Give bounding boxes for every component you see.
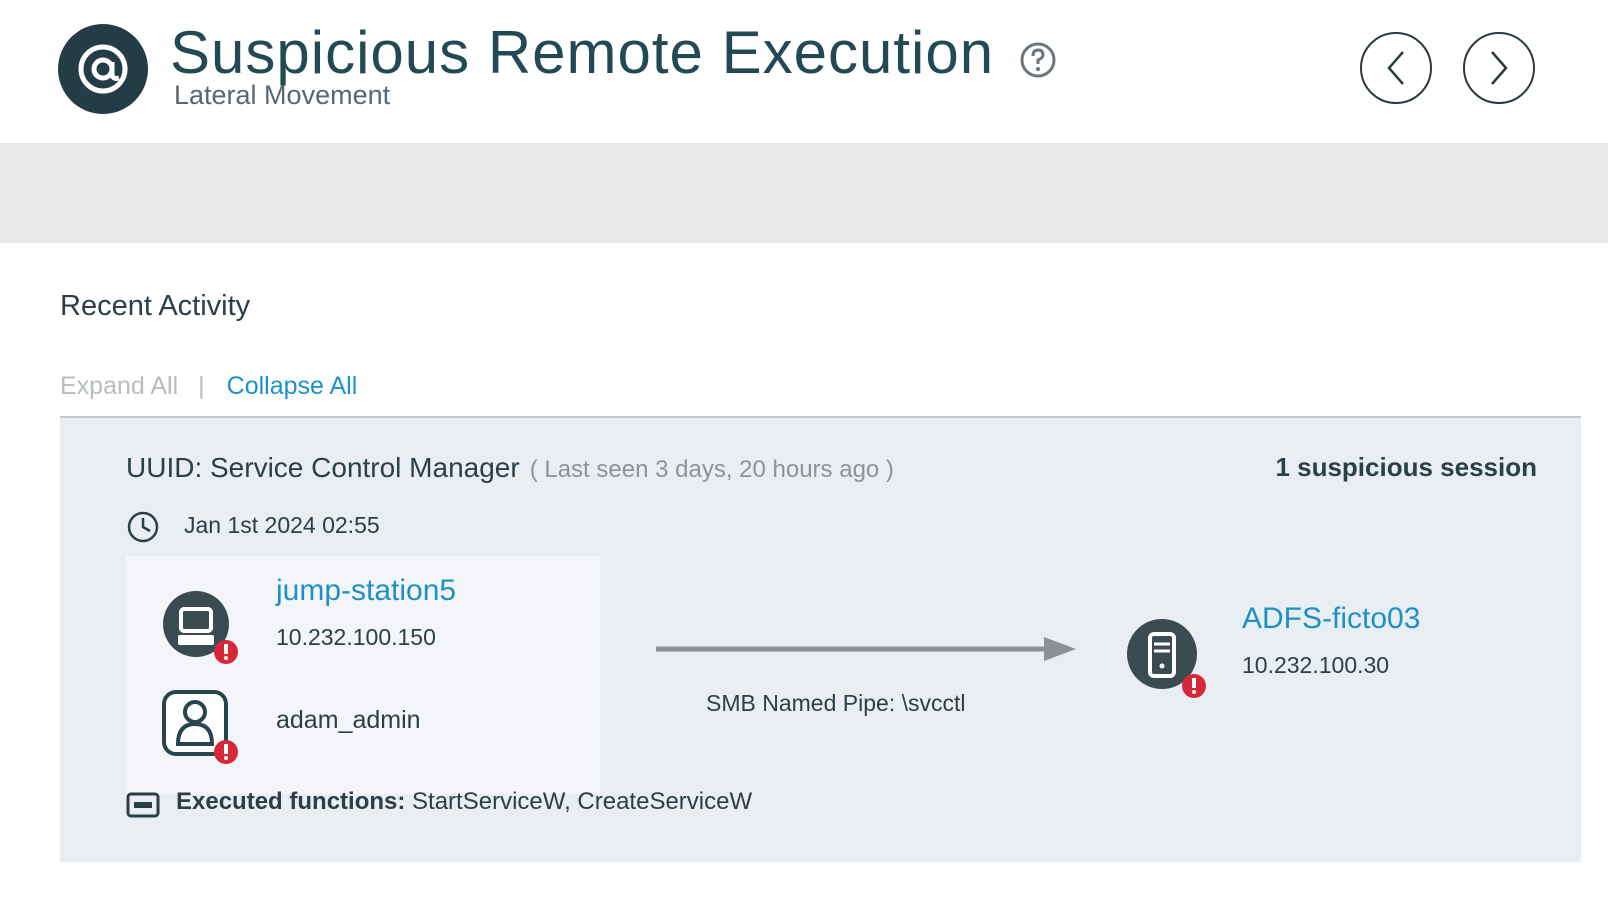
executed-functions-label: Executed functions:	[176, 788, 406, 815]
header-band	[0, 143, 1608, 243]
source-panel: jump-station5 10.232.100.150 adam_admin	[126, 556, 600, 794]
source-host-link[interactable]: jump-station5	[276, 574, 456, 608]
source-host-ip: 10.232.100.150	[276, 624, 436, 650]
destination-host-link[interactable]: ADFS-ficto03	[1242, 602, 1420, 636]
source-user: adam_admin	[276, 706, 421, 734]
executed-functions: Executed functions: StartServiceW, Creat…	[176, 788, 752, 816]
session-timestamp: Jan 1st 2024 02:55	[184, 512, 380, 538]
page-header: Suspicious Remote Execution Lateral Move…	[0, 0, 1608, 143]
session-header: UUID: Service Control Manager ( Last seen…	[126, 452, 894, 484]
chevron-right-icon	[1491, 51, 1508, 85]
uuid-label: UUID: Service Control Manager	[126, 452, 520, 483]
connection-protocol: SMB Named Pipe: \svcctl	[706, 690, 966, 716]
at-symbol-icon	[58, 24, 148, 114]
expand-all-link[interactable]: Expand All	[60, 372, 178, 401]
page-title: Suspicious Remote Execution	[170, 19, 995, 86]
activity-card[interactable]: UUID: Service Control Manager ( Last seen…	[60, 418, 1581, 862]
next-button[interactable]	[1463, 32, 1535, 104]
chevron-left-icon	[1387, 51, 1404, 85]
section-title: Recent Activity	[60, 290, 251, 322]
previous-button[interactable]	[1360, 32, 1432, 104]
connection-arrow	[656, 637, 1076, 661]
suspicious-session-count: 1 suspicious session	[1275, 452, 1537, 482]
collapse-all-link[interactable]: Collapse All	[227, 372, 358, 401]
toolbar-separator: |	[198, 372, 205, 400]
last-seen: ( Last seen 3 days, 20 hours ago )	[529, 456, 894, 483]
clock-icon	[127, 511, 159, 543]
expand-collapse-toolbar: Expand All | Collapse All	[60, 372, 357, 401]
question-circle-icon[interactable]	[1018, 40, 1058, 80]
function-icon	[126, 792, 160, 818]
page-subtitle: Lateral Movement	[174, 80, 391, 110]
executed-functions-value: StartServiceW, CreateServiceW	[412, 788, 753, 815]
server-alert-icon	[1127, 619, 1206, 698]
destination-host-ip: 10.232.100.30	[1242, 652, 1390, 678]
user-alert-icon	[162, 690, 238, 764]
computer-alert-icon	[163, 591, 238, 664]
